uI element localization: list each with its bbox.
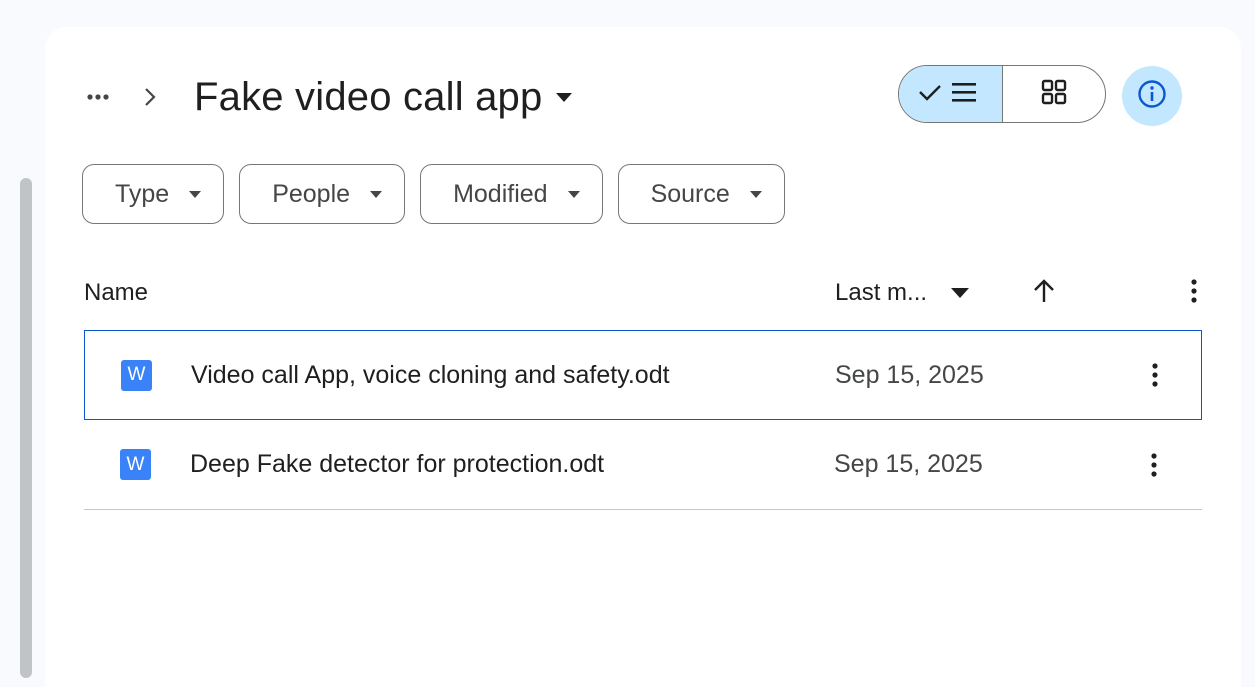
scrollbar[interactable] xyxy=(20,178,32,678)
arrow-drop-down-icon xyxy=(370,190,383,198)
filter-label: People xyxy=(272,179,351,208)
sort-column-label: Last m... xyxy=(835,279,928,306)
arrow-drop-down-icon xyxy=(951,288,970,298)
info-icon xyxy=(1137,79,1167,114)
column-name-label: Name xyxy=(84,279,149,306)
filter-label: Modified xyxy=(453,179,548,208)
arrow-drop-down-icon xyxy=(567,190,580,198)
more-vert-icon[interactable] xyxy=(1136,447,1172,483)
sort-column-button[interactable]: Last m... xyxy=(835,271,970,315)
chevron-right-icon xyxy=(132,79,168,115)
arrow-up-icon xyxy=(1033,278,1055,308)
list-view-button[interactable] xyxy=(899,66,1003,122)
file-row[interactable]: W Video call App, voice cloning and safe… xyxy=(84,330,1202,420)
arrow-drop-down-icon xyxy=(749,190,762,198)
arrow-drop-down-icon xyxy=(556,92,573,102)
main-panel: Fake video call app Type People Modified… xyxy=(45,27,1241,687)
file-date: Sep 15, 2025 xyxy=(834,450,983,478)
grid-view-button[interactable] xyxy=(1003,66,1106,122)
grid-view-icon xyxy=(1041,79,1067,110)
breadcrumb: Fake video call app xyxy=(80,69,574,125)
check-list-icon xyxy=(918,78,982,111)
filter-modified-chip[interactable]: Modified xyxy=(420,164,603,224)
filter-people-chip[interactable]: People xyxy=(239,164,406,224)
file-name: Video call App, voice cloning and safety… xyxy=(191,360,670,389)
word-doc-icon: W xyxy=(121,359,152,391)
file-list: W Video call App, voice cloning and safe… xyxy=(84,330,1202,510)
filter-label: Type xyxy=(115,179,170,208)
file-name: Deep Fake detector for protection.odt xyxy=(190,450,605,478)
more-vert-icon xyxy=(1191,278,1197,308)
view-toggle xyxy=(898,65,1106,123)
filter-type-chip[interactable]: Type xyxy=(82,164,225,224)
filter-source-chip[interactable]: Source xyxy=(617,164,785,224)
more-horiz-icon[interactable] xyxy=(80,79,116,115)
column-more-button[interactable] xyxy=(1176,275,1212,311)
page-title: Fake video call app xyxy=(194,75,543,119)
word-doc-icon: W xyxy=(120,449,151,480)
column-header: Name Last m... xyxy=(84,271,1202,315)
file-date: Sep 15, 2025 xyxy=(835,360,984,389)
more-vert-icon[interactable] xyxy=(1137,357,1173,393)
file-row[interactable]: W Deep Fake detector for protection.odt … xyxy=(84,420,1202,510)
info-button[interactable] xyxy=(1122,66,1182,126)
folder-title-button[interactable]: Fake video call app xyxy=(192,69,574,125)
sort-direction-button[interactable] xyxy=(1026,275,1062,311)
filter-label: Source xyxy=(650,179,730,208)
filter-chips: Type People Modified Source xyxy=(82,164,785,224)
arrow-drop-down-icon xyxy=(189,190,202,198)
